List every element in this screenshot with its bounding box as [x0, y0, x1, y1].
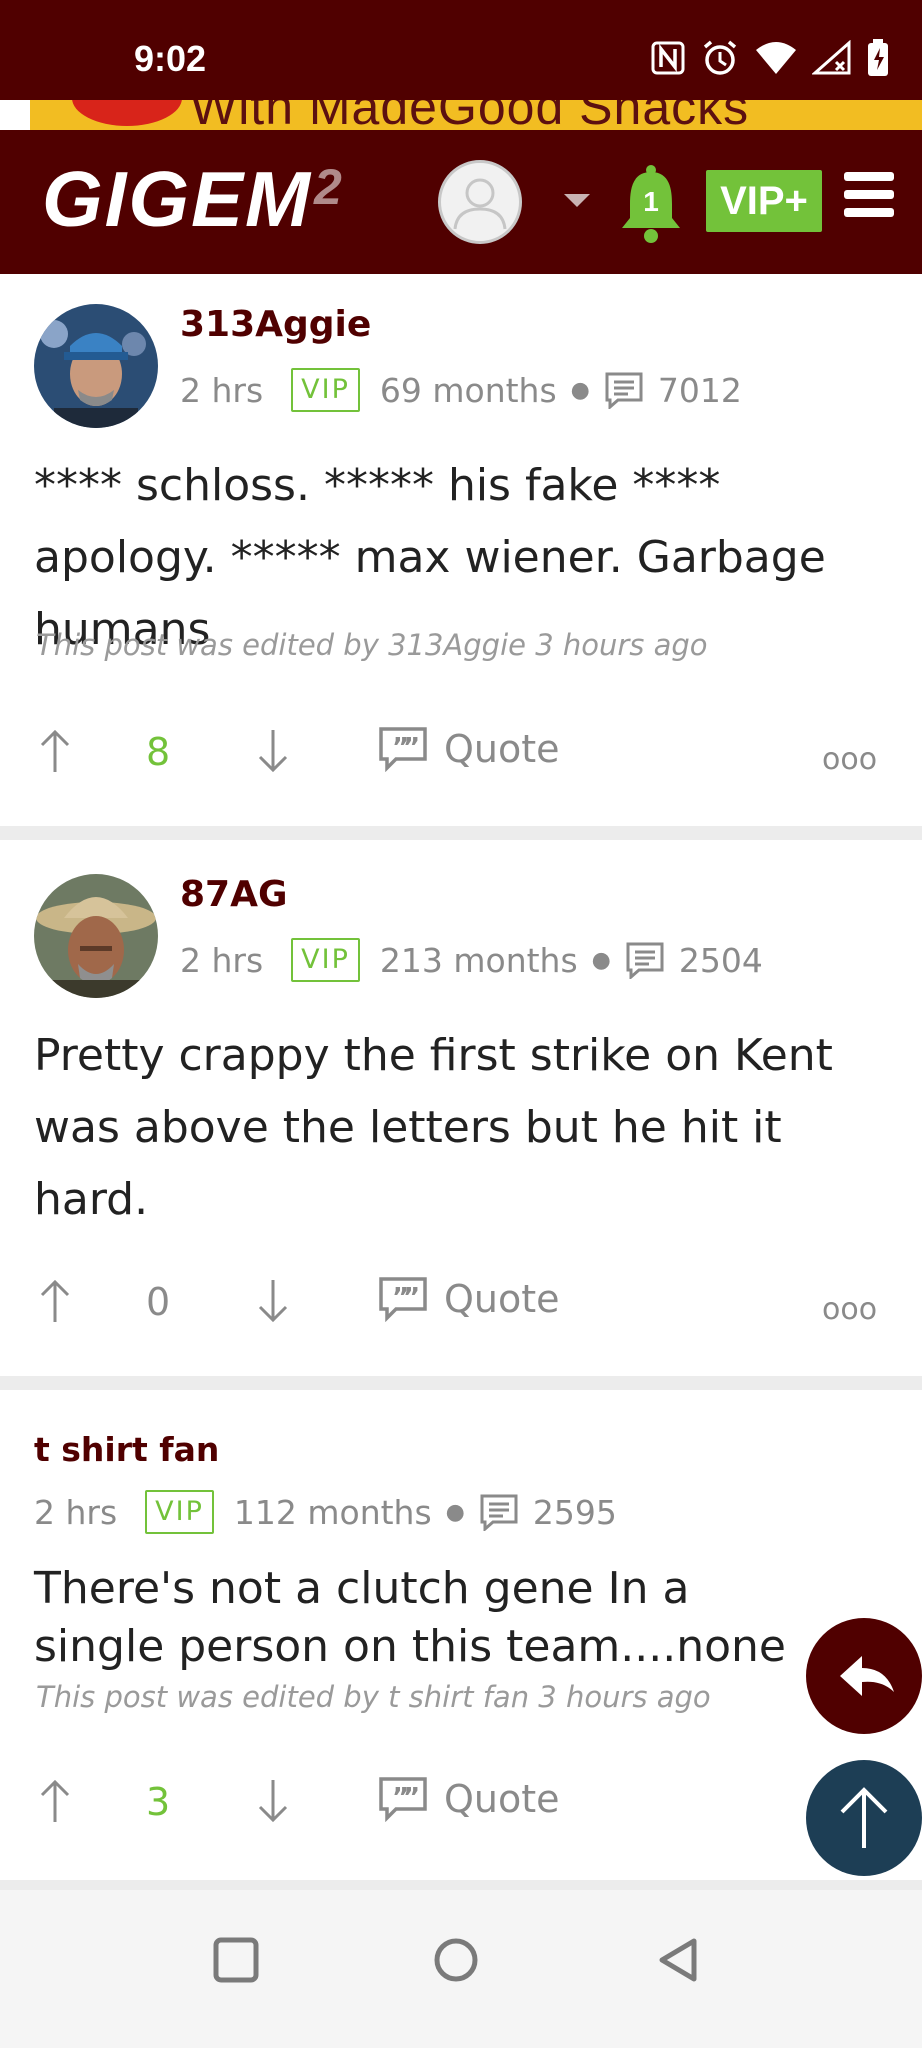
signal-icon: [812, 40, 851, 75]
post-username[interactable]: 313Aggie: [180, 304, 371, 345]
post-actions: 8 ”” Quote ooo: [0, 720, 922, 790]
posts-count-icon: [626, 942, 664, 979]
home-icon[interactable]: [432, 1936, 480, 1984]
banner-graphic: [72, 100, 182, 126]
post-meta: 2 hrs VIP 213 months ● 2504: [180, 938, 763, 982]
alarm-icon: [703, 40, 737, 75]
vote-count: 0: [146, 1280, 171, 1324]
user-silhouette-icon: [453, 178, 507, 230]
downvote-arrow-icon[interactable]: [256, 1778, 290, 1824]
post-actions: 3 ”” Quote: [0, 1770, 922, 1840]
post-meta: 2 hrs VIP 112 months ● 2595: [34, 1490, 617, 1534]
status-bar: 9:02: [0, 0, 922, 100]
battery-icon: [868, 39, 888, 76]
back-icon[interactable]: [654, 1936, 702, 1984]
system-nav-bar: [0, 1890, 922, 2048]
app-header: GIGEM2 1 VIP+: [0, 130, 922, 274]
post-username[interactable]: t shirt fan: [34, 1430, 219, 1469]
more-options-icon[interactable]: ooo: [822, 742, 877, 777]
reply-button[interactable]: [806, 1618, 922, 1734]
post-card: 87AG 2 hrs VIP 213 months ● 2504 Pretty …: [0, 840, 922, 1376]
upvote-arrow-icon[interactable]: [38, 1778, 72, 1824]
banner-text: With MadeGood Snacks: [190, 100, 750, 130]
post-edited-note: This post was edited by 313Aggie 3 hours…: [36, 628, 708, 662]
svg-text:”: ”: [403, 1783, 420, 1813]
quote-button[interactable]: ”” Quote: [378, 1776, 560, 1822]
ad-banner[interactable]: With MadeGood Snacks: [30, 100, 922, 130]
quote-bubble-icon: ””: [379, 727, 427, 772]
post-actions: 0 ”” Quote ooo: [0, 1270, 922, 1340]
chevron-down-icon[interactable]: [564, 194, 590, 207]
post-body: Pretty crappy the first strike on Kent w…: [34, 1030, 833, 1225]
user-avatar[interactable]: [34, 874, 158, 998]
quote-bubble-icon: ””: [379, 1277, 427, 1322]
vote-count: 3: [146, 1780, 171, 1824]
separator-dot: ●: [570, 377, 590, 403]
recent-apps-icon[interactable]: [212, 1936, 260, 1984]
user-post-count: 2595: [532, 1492, 617, 1532]
quote-bubble-icon: ””: [379, 1777, 427, 1822]
post-edited-note: This post was edited by t shirt fan 3 ho…: [36, 1680, 711, 1714]
quote-button[interactable]: ”” Quote: [378, 726, 560, 772]
status-time: 9:02: [134, 38, 207, 79]
site-logo[interactable]: GIGEM2: [42, 154, 344, 245]
separator-dot: ●: [445, 1499, 465, 1525]
logo-text: GIGEM: [42, 155, 313, 243]
vip-plus-button[interactable]: VIP+: [706, 170, 822, 232]
reply-arrow-icon: [840, 1656, 894, 1696]
nfc-icon: [651, 41, 685, 75]
post-card: 313Aggie 2 hrs VIP 69 months ● 7012 ****…: [0, 274, 922, 826]
hamburger-menu-icon[interactable]: [844, 172, 894, 226]
posts-count-icon: [605, 372, 643, 409]
quote-label: Quote: [444, 1777, 560, 1821]
post-body: There's not a clutch gene In a single pe…: [34, 1563, 786, 1672]
svg-text:”: ”: [403, 1283, 420, 1313]
member-tenure: 69 months: [379, 370, 557, 410]
posts-count-icon: [480, 1494, 518, 1531]
quote-label: Quote: [444, 1277, 560, 1321]
svg-text:”: ”: [403, 733, 420, 763]
more-options-icon[interactable]: ooo: [822, 1292, 877, 1327]
arrow-up-icon: [840, 1787, 888, 1848]
post-time: 2 hrs: [180, 940, 264, 980]
user-post-count: 7012: [657, 370, 742, 410]
user-avatar[interactable]: [34, 304, 158, 428]
notifications-button[interactable]: 1: [618, 164, 684, 244]
downvote-arrow-icon[interactable]: [256, 728, 290, 774]
vip-badge: VIP: [291, 368, 360, 412]
scroll-to-top-button[interactable]: [806, 1760, 922, 1876]
quote-button[interactable]: ”” Quote: [378, 1276, 560, 1322]
upvote-arrow-icon[interactable]: [38, 1278, 72, 1324]
member-tenure: 112 months: [233, 1492, 432, 1532]
vote-count: 8: [146, 730, 171, 774]
quote-label: Quote: [444, 727, 560, 771]
post-meta: 2 hrs VIP 69 months ● 7012: [180, 368, 742, 412]
post-time: 2 hrs: [34, 1492, 118, 1532]
post-time: 2 hrs: [180, 370, 264, 410]
upvote-arrow-icon[interactable]: [38, 728, 72, 774]
wifi-icon: [756, 42, 796, 74]
vip-badge: VIP: [291, 938, 360, 982]
user-post-count: 2504: [678, 940, 763, 980]
vip-badge: VIP: [145, 1490, 214, 1534]
banner-margin: [0, 100, 30, 130]
separator-dot: ●: [591, 947, 611, 973]
member-tenure: 213 months: [379, 940, 578, 980]
post-card: t shirt fan 2 hrs VIP 112 months ● 2595 …: [0, 1390, 922, 1880]
logo-superscript: 2: [314, 159, 344, 215]
post-username[interactable]: 87AG: [180, 874, 288, 915]
downvote-arrow-icon[interactable]: [256, 1278, 290, 1324]
notification-count: 1: [643, 186, 659, 217]
user-avatar-button[interactable]: [438, 160, 522, 244]
